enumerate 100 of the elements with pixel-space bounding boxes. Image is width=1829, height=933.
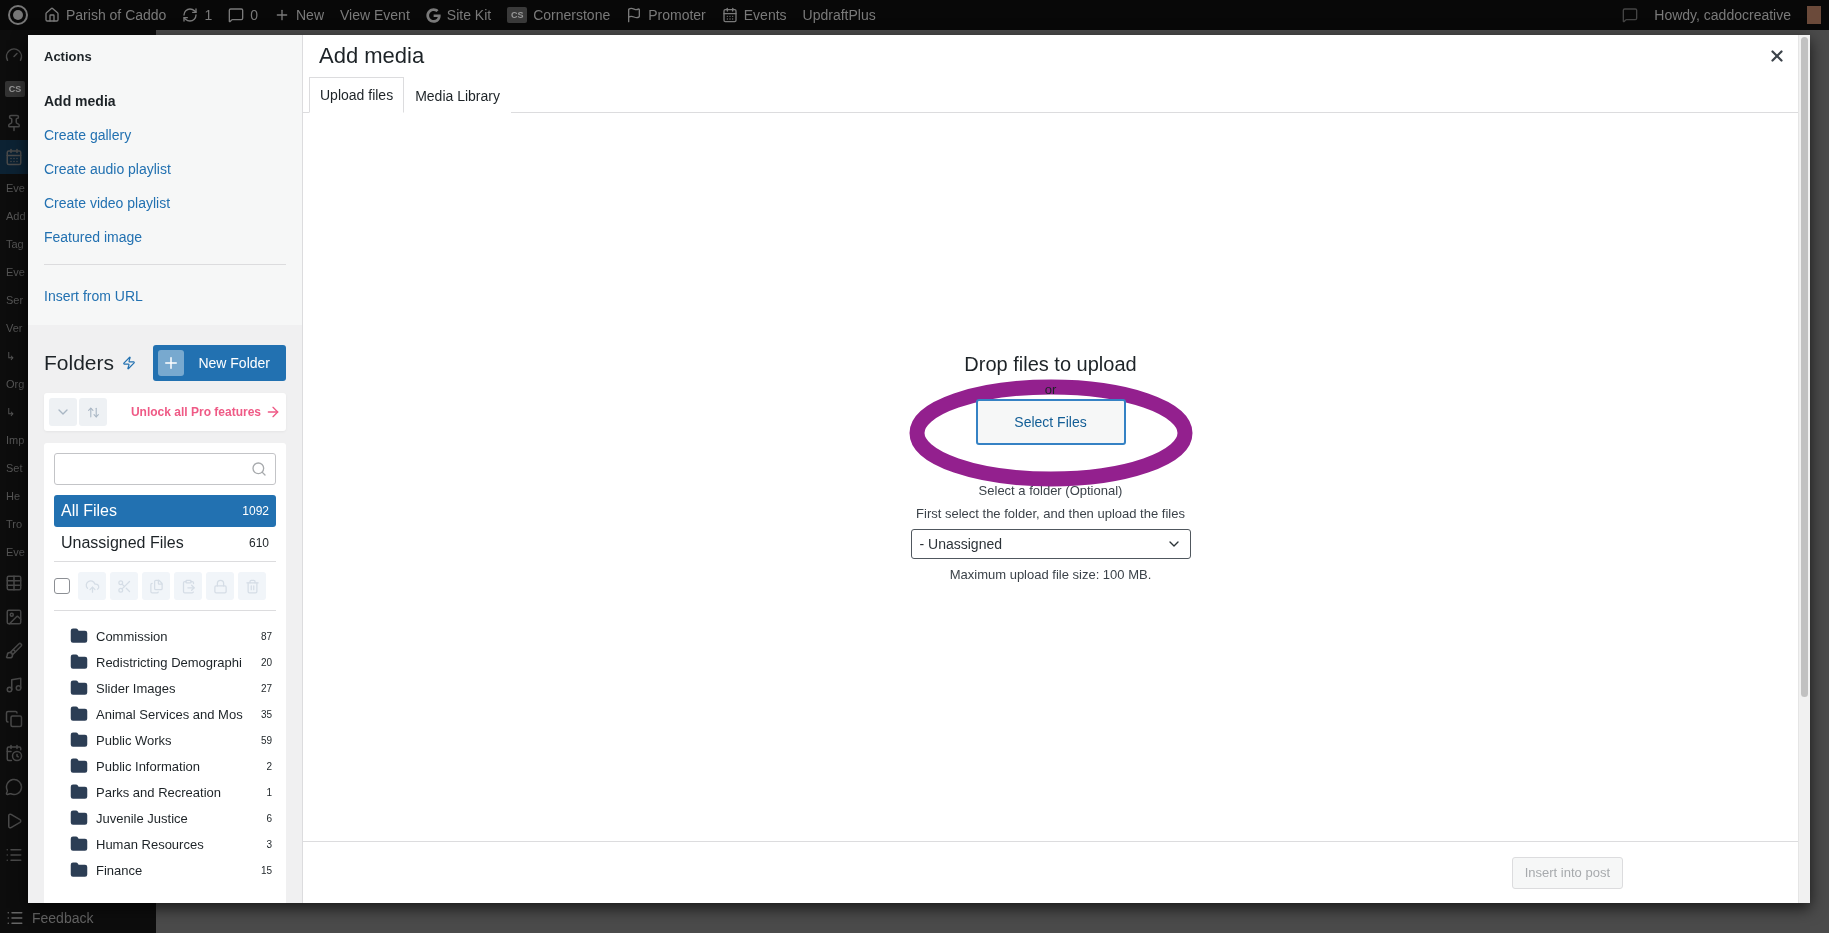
folder-item[interactable]: Parks and Recreation 1 — [54, 779, 276, 805]
sort-button[interactable] — [79, 398, 107, 426]
admin-bar-label: 0 — [250, 7, 258, 23]
admin-bar-item[interactable]: New — [274, 7, 324, 23]
select-files-button[interactable]: Select Files — [975, 398, 1126, 445]
feedback-item[interactable]: Feedback — [0, 903, 156, 933]
max-size-note: Maximum upload file size: 100 MB. — [949, 566, 1152, 582]
greeting-link[interactable]: Howdy, caddocreative — [1654, 7, 1791, 23]
folder-icon — [70, 835, 88, 853]
admin-bar-label: 1 — [204, 7, 213, 23]
folder-item[interactable]: Public Works 59 — [54, 727, 276, 753]
sort-icon — [86, 405, 100, 419]
folder-count: 87 — [260, 630, 272, 642]
lock-button[interactable] — [206, 572, 234, 600]
paste-button[interactable] — [174, 572, 202, 600]
folder-item[interactable]: Commission 87 — [54, 623, 276, 649]
insert-url-link[interactable]: Insert from URL — [44, 279, 143, 313]
folder-search-field[interactable] — [54, 453, 276, 485]
folder-icon — [70, 653, 88, 671]
folder-icon — [70, 705, 88, 723]
actions-heading: Actions — [44, 49, 93, 64]
folder-label: Select a folder (Optional) — [978, 482, 1123, 498]
menu-icon-row[interactable] — [0, 140, 28, 174]
filter-label: All Files — [61, 502, 117, 520]
music-icon[interactable] — [5, 676, 23, 694]
cs-badge-icon[interactable]: CS — [5, 81, 25, 97]
admin-bar-label: Parish of Caddo — [66, 7, 167, 23]
admin-bar-link[interactable]: View Event — [340, 7, 410, 23]
filter-label: Unassigned Files — [61, 534, 184, 552]
comment-icon[interactable] — [5, 778, 23, 796]
admin-bar-label: Promoter — [648, 7, 706, 23]
admin-bar-item[interactable]: 1 — [182, 7, 213, 23]
action-link[interactable]: Add media — [44, 84, 116, 118]
list-icon[interactable] — [5, 846, 23, 864]
copy-button[interactable] — [142, 572, 170, 600]
folder-icon — [70, 757, 88, 775]
folder-count: 6 — [266, 812, 272, 824]
admin-bar-label: New — [296, 7, 324, 23]
table-icon[interactable] — [5, 574, 23, 592]
menu-icon-row[interactable]: CS — [0, 72, 28, 106]
new-folder-button[interactable]: New Folder — [153, 345, 286, 381]
select-all-checkbox[interactable] — [54, 578, 70, 594]
pro-link[interactable]: Unlock all Pro features — [130, 404, 281, 420]
g-logo-icon — [425, 7, 441, 23]
folders-title: Folders — [44, 351, 115, 375]
gauge-icon[interactable] — [5, 46, 23, 64]
cut-button[interactable] — [110, 572, 138, 600]
filter-count: 1092 — [242, 504, 269, 518]
plus-icon — [274, 7, 290, 23]
scrollbar[interactable] — [1798, 35, 1810, 903]
folder-name: Parks and Recreation — [96, 784, 222, 800]
folder-name: Finance — [96, 862, 144, 878]
admin-bar-link[interactable]: UpdraftPlus — [802, 7, 876, 23]
folder-name: Redistricting Demographi — [96, 654, 243, 670]
folder-item[interactable]: Juvenile Justice 6 — [54, 805, 276, 831]
folder-item[interactable]: Finance 15 — [54, 857, 276, 883]
upload-dropzone[interactable]: Drop files to upload or Select Files Select a folder (Optional) First select the folder, and then upload the files - Unassigned Maximum upload file size: 100 MB. — [303, 113, 1798, 841]
folder-name: Public Information — [96, 758, 202, 774]
pin-icon[interactable] — [5, 114, 23, 132]
comment-icon — [228, 7, 245, 23]
folder-filter[interactable]: Unassigned Files 610 — [54, 527, 276, 559]
action-link[interactable]: Featured image — [44, 220, 143, 254]
folder-item[interactable]: Redistricting Demographi 20 — [54, 649, 276, 675]
calendar-icon[interactable] — [5, 744, 23, 762]
admin-bar-item[interactable]: Promoter — [626, 7, 706, 23]
comment-icon[interactable] — [1622, 7, 1639, 23]
folder-count: 3 — [266, 838, 272, 850]
image-icon[interactable] — [5, 608, 23, 626]
pages-icon[interactable] — [5, 710, 23, 728]
folder-icon — [70, 861, 88, 879]
action-link[interactable]: Create video playlist — [44, 186, 171, 220]
admin-bar-item[interactable]: Site Kit — [425, 7, 492, 23]
folder-count: 2 — [266, 760, 272, 772]
action-link[interactable]: Create gallery — [44, 118, 132, 152]
folder-select[interactable]: - Unassigned — [910, 528, 1191, 559]
admin-bar-label: Events — [743, 7, 787, 23]
close-icon — [1768, 47, 1786, 65]
tab[interactable]: Upload files — [309, 77, 405, 113]
filter-count: 610 — [248, 536, 269, 550]
folder-filter[interactable]: All Files 1092 — [54, 495, 276, 527]
folder-item[interactable]: Slider Images 27 — [54, 675, 276, 701]
admin-bar-item[interactable]: Events — [721, 7, 787, 23]
upload-button[interactable] — [78, 572, 106, 600]
admin-bar-item[interactable]: 0 — [228, 7, 258, 23]
brush-icon[interactable] — [5, 642, 23, 660]
calendar-icon[interactable] — [5, 148, 23, 166]
play-icon[interactable] — [5, 812, 23, 830]
collapse-button[interactable] — [49, 398, 77, 426]
delete-button[interactable] — [238, 572, 266, 600]
admin-bar-item[interactable]: Parish of Caddo — [44, 7, 167, 23]
folder-item[interactable]: Human Resources 3 — [54, 831, 276, 857]
folder-item[interactable]: Animal Services and Mos 35 — [54, 701, 276, 727]
folder-name: Juvenile Justice — [96, 810, 189, 826]
folder-item[interactable]: Public Information 2 — [54, 753, 276, 779]
lightning-icon[interactable] — [122, 356, 137, 370]
admin-bar-item[interactable]: CS Cornerstone — [507, 7, 611, 23]
action-link[interactable]: Create audio playlist — [44, 152, 171, 186]
folder-count: 59 — [260, 734, 272, 746]
admin-bar-label: Cornerstone — [533, 7, 611, 23]
scissors-icon — [116, 578, 132, 594]
